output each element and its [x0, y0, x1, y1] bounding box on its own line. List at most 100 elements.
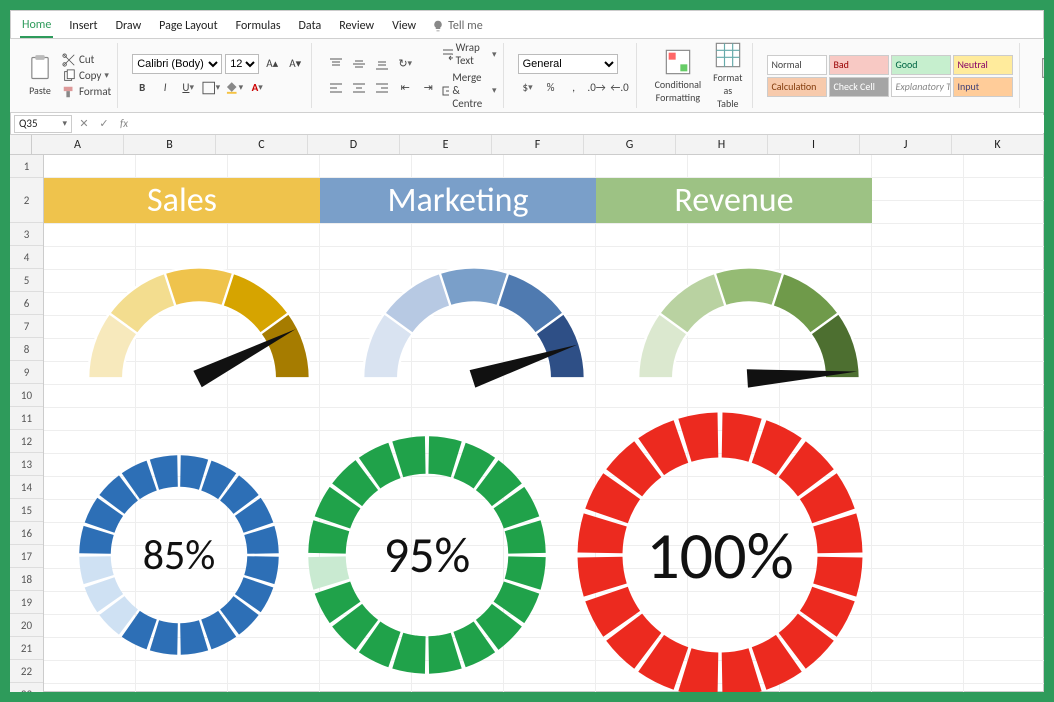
merge-center-button[interactable]: Merge & Centre▾	[442, 71, 496, 110]
decrease-indent-button[interactable]: ⇤	[395, 78, 415, 98]
cancel-formula-button[interactable]: ✕	[74, 117, 94, 130]
confirm-formula-button[interactable]: ✓	[94, 117, 114, 130]
wrap-text-button[interactable]: Wrap Text▾	[442, 41, 496, 67]
cond-fmt-label: Conditional Formatting	[655, 78, 702, 104]
tab-review[interactable]: Review	[337, 15, 376, 37]
col-A[interactable]: A	[32, 135, 124, 154]
underline-button[interactable]: U▾	[178, 78, 198, 98]
col-I[interactable]: I	[768, 135, 860, 154]
align-right-icon	[375, 81, 389, 95]
col-G[interactable]: G	[584, 135, 676, 154]
col-E[interactable]: E	[400, 135, 492, 154]
style-neutral[interactable]: Neutral	[953, 55, 1013, 75]
style-calculation[interactable]: Calculation	[767, 77, 827, 97]
row-20[interactable]: 20	[10, 614, 43, 637]
ring-blue: 85%	[74, 450, 284, 660]
row-19[interactable]: 19	[10, 591, 43, 614]
tab-page-layout[interactable]: Page Layout	[157, 15, 219, 37]
row-22[interactable]: 22	[10, 660, 43, 683]
conditional-formatting-button[interactable]: Conditional Formatting	[651, 46, 706, 106]
col-D[interactable]: D	[308, 135, 400, 154]
font-size-select[interactable]: 12	[225, 54, 259, 74]
tab-formulas[interactable]: Formulas	[234, 15, 283, 37]
name-box[interactable]: Q35▾	[14, 115, 72, 133]
row-7[interactable]: 7	[10, 315, 43, 338]
row-23[interactable]: 23	[10, 683, 43, 692]
copy-button[interactable]: Copy▾	[62, 69, 111, 83]
gauge-row	[74, 250, 874, 390]
style-input[interactable]: Input	[953, 77, 1013, 97]
row-5[interactable]: 5	[10, 269, 43, 292]
format-painter-button[interactable]: Format	[62, 85, 111, 99]
comma-button[interactable]: ,	[564, 78, 584, 98]
insert-cells-button[interactable]: Inse	[1034, 52, 1044, 99]
cut-button[interactable]: Cut	[62, 53, 111, 67]
style-explanatory[interactable]: Explanatory T...	[891, 77, 951, 97]
row-1[interactable]: 1	[10, 155, 43, 178]
formula-input[interactable]	[134, 115, 1044, 133]
row-3[interactable]: 3	[10, 223, 43, 246]
percent-button[interactable]: %	[541, 78, 561, 98]
align-center-button[interactable]	[349, 78, 369, 98]
col-J[interactable]: J	[860, 135, 952, 154]
row-2[interactable]: 2	[10, 178, 43, 223]
style-good[interactable]: Good	[891, 55, 951, 75]
col-K[interactable]: K	[952, 135, 1044, 154]
paste-button[interactable]: Paste	[22, 52, 58, 99]
italic-button[interactable]: I	[155, 78, 175, 98]
row-12[interactable]: 12	[10, 430, 43, 453]
orientation-button[interactable]: ↻▾	[395, 54, 415, 74]
align-left-button[interactable]	[326, 78, 346, 98]
tab-draw[interactable]: Draw	[114, 15, 144, 37]
format-as-table-button[interactable]: Format as Table	[709, 39, 746, 112]
ring-green: 95%	[302, 430, 552, 680]
tab-view[interactable]: View	[390, 15, 418, 37]
cells-area[interactable]: Sales Marketing Revenue 85% 95%	[44, 155, 1044, 692]
col-H[interactable]: H	[676, 135, 768, 154]
currency-button[interactable]: $▾	[518, 78, 538, 98]
row-10[interactable]: 10	[10, 384, 43, 407]
align-top-button[interactable]	[326, 54, 346, 74]
align-left-icon	[329, 81, 343, 95]
style-bad[interactable]: Bad	[829, 55, 889, 75]
row-9[interactable]: 9	[10, 361, 43, 384]
increase-indent-button[interactable]: ⇥	[418, 78, 438, 98]
col-F[interactable]: F	[492, 135, 584, 154]
style-check-cell[interactable]: Check Cell	[829, 77, 889, 97]
row-14[interactable]: 14	[10, 476, 43, 499]
increase-decimal-button[interactable]: .0→	[587, 78, 607, 98]
row-4[interactable]: 4	[10, 246, 43, 269]
border-button[interactable]: ▾	[201, 78, 221, 98]
align-right-button[interactable]	[372, 78, 392, 98]
row-11[interactable]: 11	[10, 407, 43, 430]
tell-me[interactable]: Tell me	[432, 19, 483, 33]
style-normal[interactable]: Normal	[767, 55, 827, 75]
col-C[interactable]: C	[216, 135, 308, 154]
tell-me-label: Tell me	[448, 19, 483, 33]
row-8[interactable]: 8	[10, 338, 43, 361]
row-13[interactable]: 13	[10, 453, 43, 476]
row-15[interactable]: 15	[10, 499, 43, 522]
number-format-select[interactable]: General	[518, 54, 618, 74]
row-6[interactable]: 6	[10, 292, 43, 315]
font-color-button[interactable]: A▾	[247, 78, 267, 98]
col-B[interactable]: B	[124, 135, 216, 154]
row-17[interactable]: 17	[10, 545, 43, 568]
tab-insert[interactable]: Insert	[67, 15, 99, 37]
decrease-font-button[interactable]: A▾	[285, 54, 305, 74]
align-middle-button[interactable]	[349, 54, 369, 74]
bold-button[interactable]: B	[132, 78, 152, 98]
worksheet[interactable]: ABCDEFGHIJK 1234567891011121314151617181…	[10, 135, 1044, 692]
tab-home[interactable]: Home	[20, 14, 53, 38]
fill-color-button[interactable]: ▾	[224, 78, 244, 98]
decrease-decimal-button[interactable]: ←.0	[610, 78, 630, 98]
align-bottom-button[interactable]	[372, 54, 392, 74]
fx-button[interactable]: fx	[114, 117, 134, 130]
tab-data[interactable]: Data	[297, 15, 324, 37]
font-name-select[interactable]: Calibri (Body)	[132, 54, 222, 74]
row-21[interactable]: 21	[10, 637, 43, 660]
row-18[interactable]: 18	[10, 568, 43, 591]
increase-font-button[interactable]: A▴	[262, 54, 282, 74]
select-all-corner[interactable]	[10, 135, 32, 154]
row-16[interactable]: 16	[10, 522, 43, 545]
